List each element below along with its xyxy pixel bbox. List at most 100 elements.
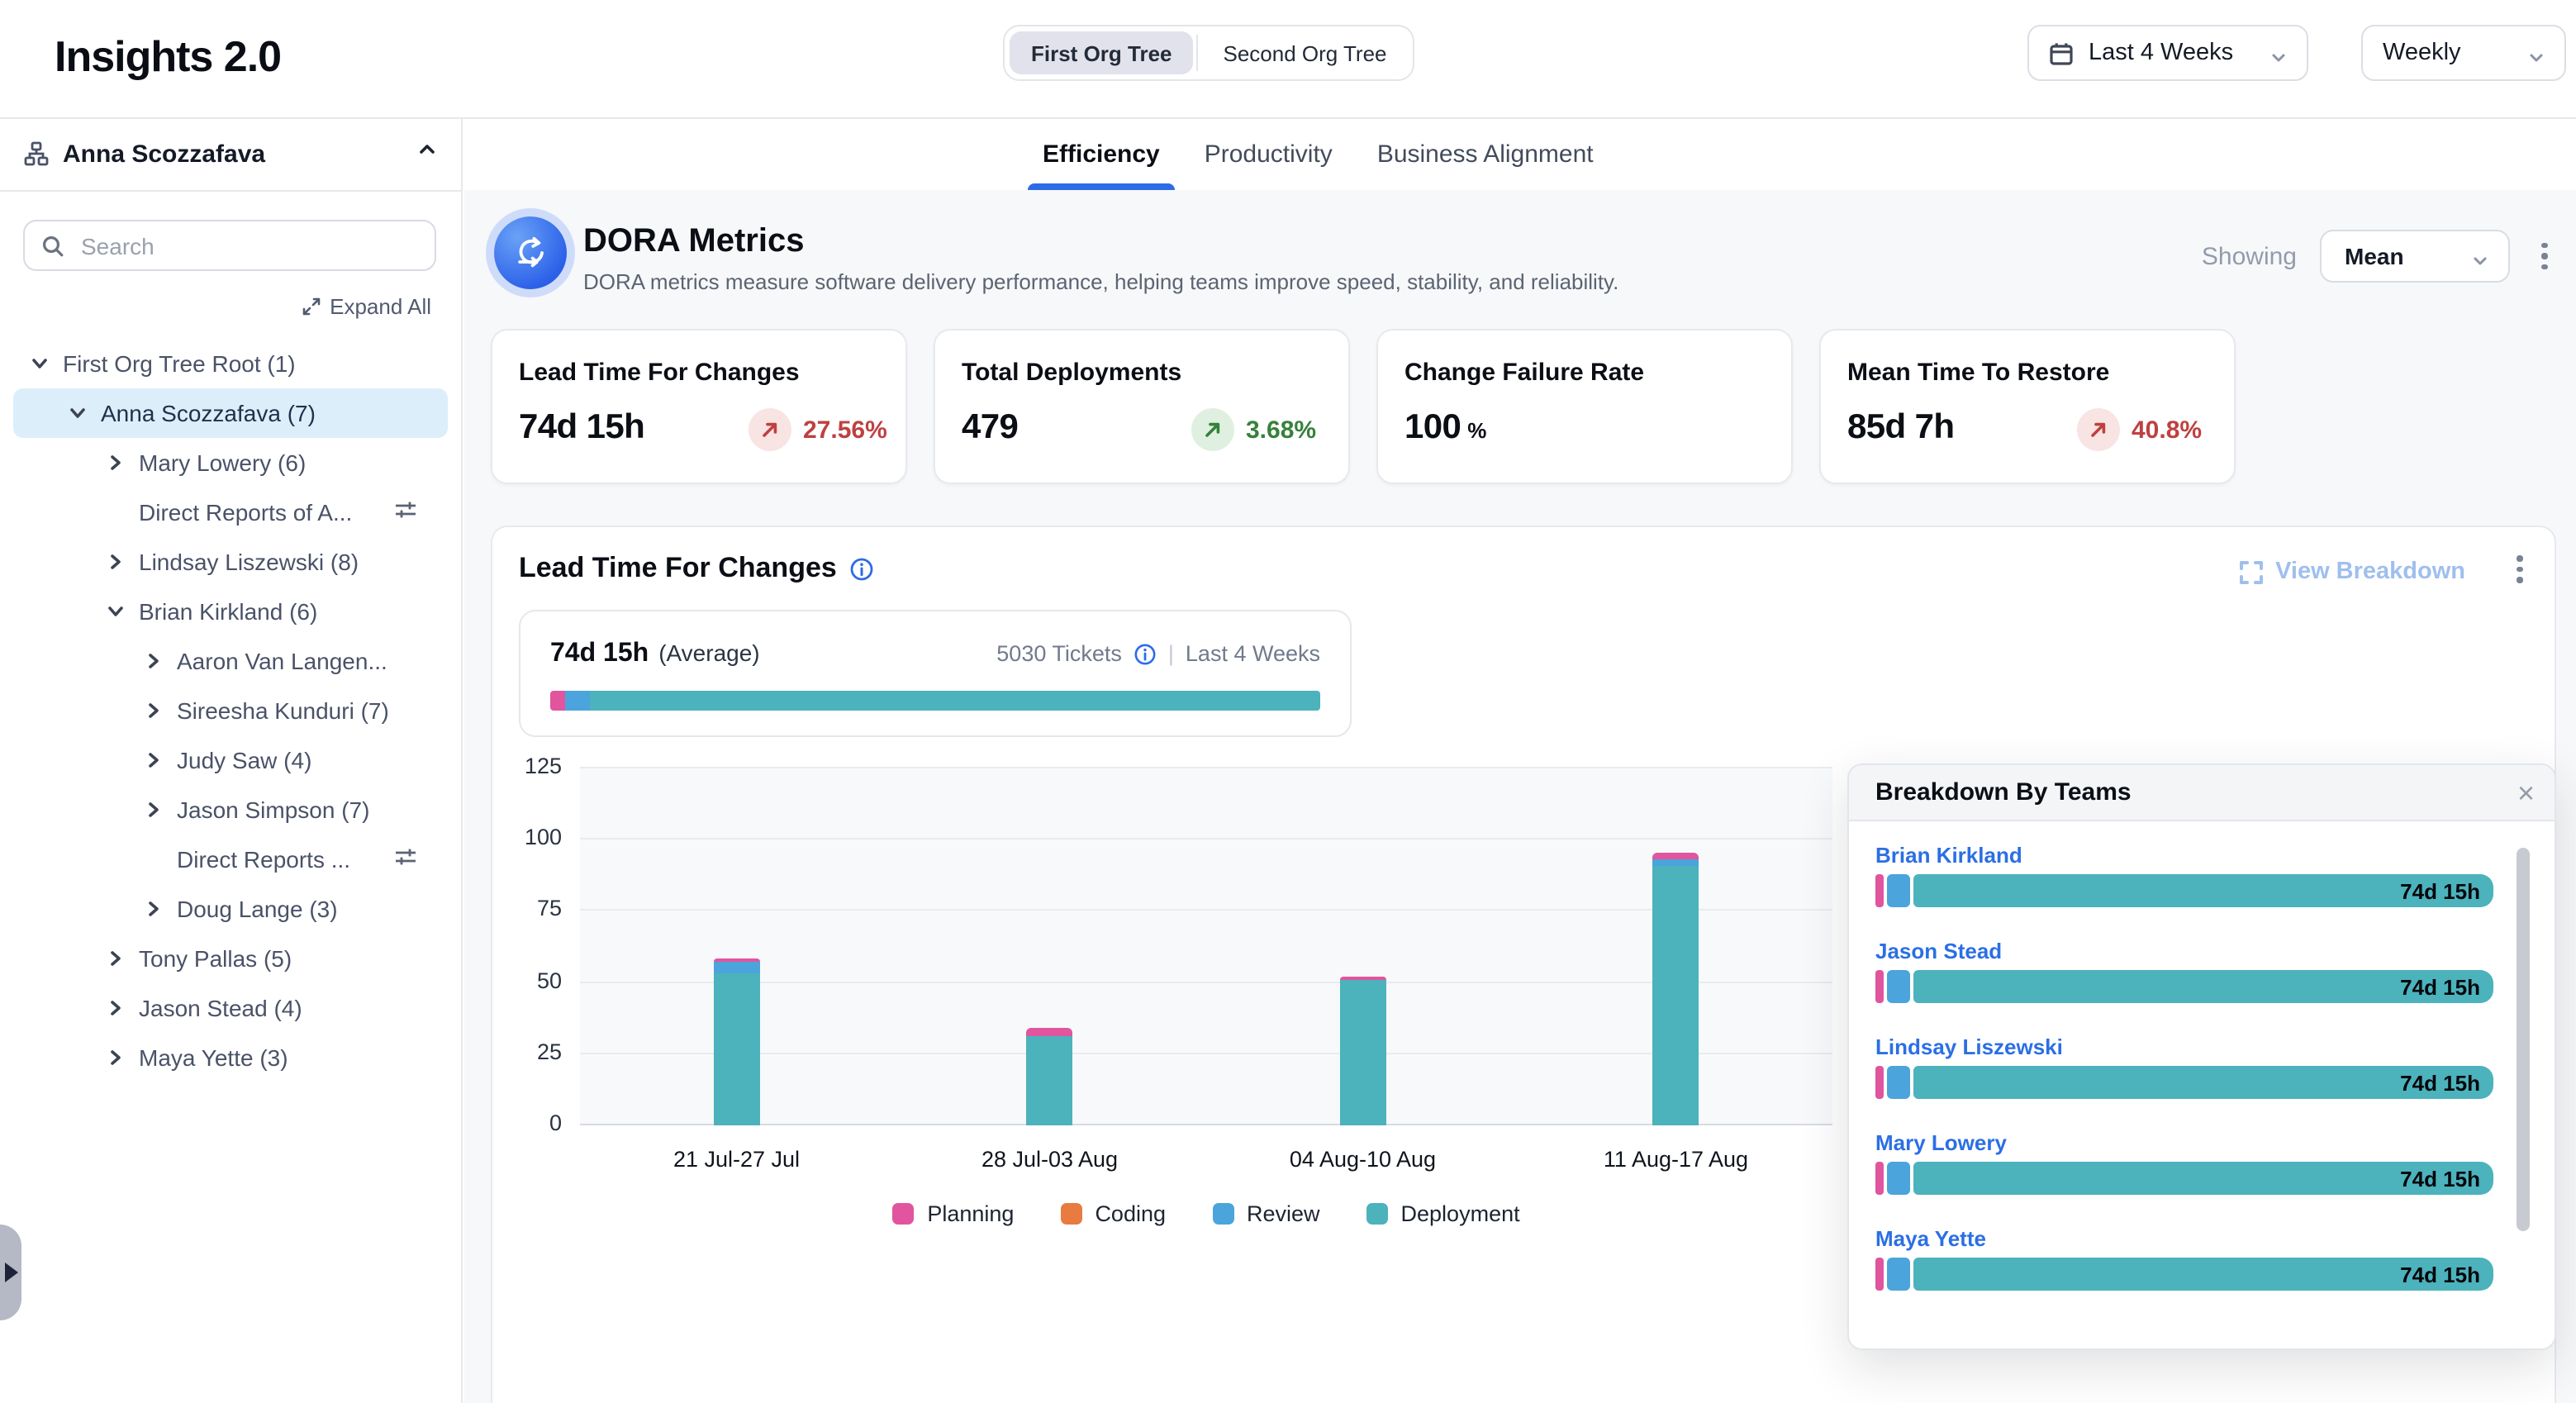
trend-badge: 3.68% <box>1191 408 1316 451</box>
chevron-right-icon[interactable] <box>144 701 164 721</box>
gridline-y-100 <box>580 838 1832 839</box>
avg-bar-segment-planning <box>550 691 565 711</box>
panel-scrollbar-thumb[interactable] <box>2517 848 2530 1231</box>
chevron-right-icon[interactable] <box>144 651 164 671</box>
bar-11-aug-17-aug[interactable] <box>1653 853 1699 1125</box>
trend-delta: 40.8% <box>2132 416 2202 444</box>
team-name-link[interactable]: Mary Lowery <box>1875 1130 2007 1155</box>
bar-segment-review <box>1887 1258 1910 1291</box>
tree-item-aaron-van-langen[interactable]: Aaron Van Langen... <box>13 636 448 686</box>
tree-item-jason-stead-4[interactable]: Jason Stead (4) <box>13 983 448 1033</box>
expand-all-button[interactable]: Expand All <box>302 294 431 319</box>
tree-item-lindsay-liszewski-8[interactable]: Lindsay Liszewski (8) <box>13 537 448 587</box>
aggregation-dropdown[interactable]: Mean <box>2320 230 2510 283</box>
tree-item-direct-reports[interactable]: Direct Reports ... <box>13 835 448 884</box>
team-value: 74d 15h <box>2400 1262 2480 1286</box>
chevron-right-icon[interactable] <box>106 949 126 968</box>
x-tick-label: 04 Aug-10 Aug <box>1239 1147 1487 1172</box>
chevron-right-icon[interactable] <box>106 1048 126 1068</box>
tree-item-anna-scozzafava-7[interactable]: Anna Scozzafava (7) <box>13 388 448 438</box>
bar-21-jul-27-jul[interactable] <box>714 958 760 1125</box>
expand-panel-edge-button[interactable] <box>0 1225 21 1320</box>
filter-settings-icon[interactable] <box>393 844 418 874</box>
metric-title: Lead Time For Changes <box>519 359 800 387</box>
tree-item-judy-saw-4[interactable]: Judy Saw (4) <box>13 735 448 785</box>
bar-segment-planning <box>1875 1258 1884 1291</box>
filter-settings-icon[interactable] <box>393 497 418 527</box>
dora-kebab-menu-icon[interactable] <box>2533 243 2556 270</box>
showing-label: Showing <box>2202 242 2297 270</box>
bar-04-aug-10-aug[interactable] <box>1340 976 1386 1125</box>
chevron-right-icon[interactable] <box>144 750 164 770</box>
legend-item-review[interactable]: Review <box>1212 1201 1320 1226</box>
chevron-right-icon[interactable] <box>106 998 126 1018</box>
tab-productivity[interactable]: Productivity <box>1205 117 1333 190</box>
team-row-maya-yette: Maya Yette 74d 15h <box>1849 1221 2555 1317</box>
team-value: 74d 15h <box>2400 1166 2480 1191</box>
tree-item-maya-yette-3[interactable]: Maya Yette (3) <box>13 1033 448 1082</box>
legend-swatch <box>892 1203 914 1225</box>
bar-segment-planning <box>1875 970 1884 1003</box>
team-name-link[interactable]: Brian Kirkland <box>1875 843 2022 868</box>
team-name-link[interactable]: Lindsay Liszewski <box>1875 1034 2063 1059</box>
team-phase-bar: 74d 15h <box>1875 874 2493 907</box>
bar-segment-planning <box>1875 874 1884 907</box>
legend-swatch <box>1366 1203 1388 1225</box>
collapse-sidebar-chevron-up-icon[interactable] <box>416 139 438 169</box>
metric-card-lead-time-for-changes: Lead Time For Changes74d 15h27.56% <box>491 329 907 484</box>
average-meta-row: 5030 Tickets | Last 4 Weeks <box>996 641 1320 666</box>
bar-segment-review <box>1887 1162 1910 1195</box>
metric-cards-row: Lead Time For Changes74d 15h27.56%Total … <box>491 329 2236 484</box>
chevron-right-icon[interactable] <box>106 453 126 473</box>
chevron-right-icon[interactable] <box>144 899 164 919</box>
tree-item-label: Jason Stead (4) <box>139 995 302 1021</box>
org-tree: First Org Tree Root (1)Anna Scozzafava (… <box>0 339 461 1082</box>
granularity-dropdown[interactable]: Weekly <box>2361 25 2566 81</box>
x-tick-label: 28 Jul-03 Aug <box>926 1147 1174 1172</box>
chart-kebab-menu-icon[interactable] <box>2508 555 2531 583</box>
tree-item-jason-simpson-7[interactable]: Jason Simpson (7) <box>13 785 448 835</box>
org-toggle-option-second-org-tree[interactable]: Second Org Tree <box>1202 31 1409 74</box>
legend-item-coding[interactable]: Coding <box>1060 1201 1166 1226</box>
view-breakdown-label: View Breakdown <box>2275 559 2465 585</box>
view-breakdown-button[interactable]: View Breakdown <box>2239 559 2465 585</box>
bar-28-jul-03-aug[interactable] <box>1027 1028 1073 1126</box>
team-name-link[interactable]: Maya Yette <box>1875 1226 1986 1251</box>
chevron-down-icon[interactable] <box>106 602 126 621</box>
tree-item-label: Doug Lange (3) <box>177 896 338 922</box>
org-toggle-option-first-org-tree[interactable]: First Org Tree <box>1010 31 1194 74</box>
tree-item-doug-lange-3[interactable]: Doug Lange (3) <box>13 884 448 934</box>
tree-item-first-org-tree-root-1[interactable]: First Org Tree Root (1) <box>13 339 448 388</box>
info-icon[interactable] <box>850 556 875 581</box>
chart-legend: Planning Coding Review Deployment <box>580 1201 1832 1226</box>
legend-item-planning[interactable]: Planning <box>892 1201 1014 1226</box>
chevron-right-icon[interactable] <box>106 552 126 572</box>
date-range-dropdown[interactable]: Last 4 Weeks <box>2027 25 2308 81</box>
average-value-row: 74d 15h (Average) <box>550 640 760 669</box>
chevron-down-icon[interactable] <box>30 354 50 373</box>
chevron-right-icon[interactable] <box>144 800 164 820</box>
tree-item-direct-reports-of-a[interactable]: Direct Reports of A... <box>13 487 448 537</box>
sidebar-search <box>23 220 436 271</box>
chevron-down-icon[interactable] <box>68 403 88 423</box>
tree-item-sireesha-kunduri-7[interactable]: Sireesha Kunduri (7) <box>13 686 448 735</box>
bar-segment-deployment <box>714 974 760 1125</box>
close-icon[interactable]: × <box>2517 778 2535 807</box>
tree-item-tony-pallas-5[interactable]: Tony Pallas (5) <box>13 934 448 983</box>
tab-efficiency[interactable]: Efficiency <box>1043 117 1160 190</box>
tree-item-mary-lowery-6[interactable]: Mary Lowery (6) <box>13 438 448 487</box>
team-row-jason-stead: Jason Stead74d 15h <box>1849 934 2555 1030</box>
gridline-y-25 <box>580 1053 1832 1054</box>
legend-item-deployment[interactable]: Deployment <box>1366 1201 1520 1226</box>
search-input[interactable] <box>78 231 418 260</box>
info-icon[interactable] <box>1134 642 1157 665</box>
expand-all-label: Expand All <box>330 294 431 319</box>
legend-label: Deployment <box>1401 1201 1520 1226</box>
top-header: Insights 2.0 First Org TreeSecond Org Tr… <box>0 0 2576 119</box>
tree-item-label: Direct Reports ... <box>177 846 350 873</box>
tab-business-alignment[interactable]: Business Alignment <box>1377 117 1594 190</box>
chart-card-title-row: Lead Time For Changes <box>519 552 875 585</box>
team-name-link[interactable]: Jason Stead <box>1875 939 2002 963</box>
x-tick-label: 21 Jul-27 Jul <box>613 1147 861 1172</box>
tree-item-brian-kirkland-6[interactable]: Brian Kirkland (6) <box>13 587 448 636</box>
